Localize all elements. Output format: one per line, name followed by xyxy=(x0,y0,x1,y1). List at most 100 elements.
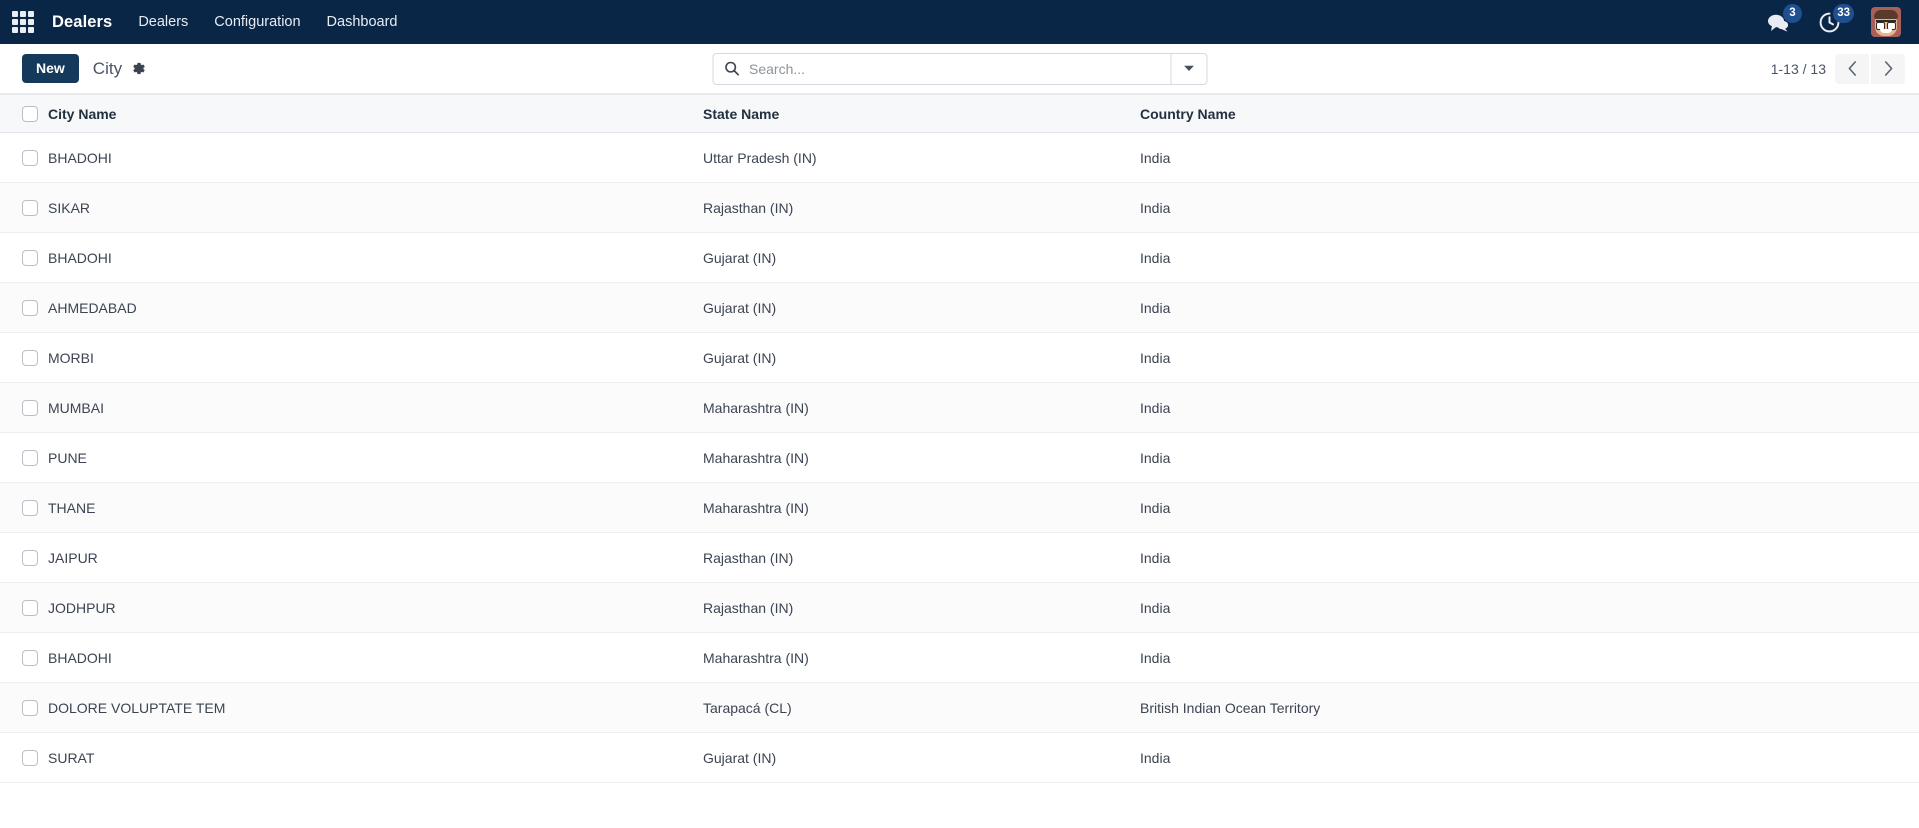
cell-country-name[interactable]: India xyxy=(1138,532,1919,583)
cell-city-name[interactable]: SURAT xyxy=(46,732,701,783)
user-avatar[interactable] xyxy=(1871,7,1901,37)
cell-country-name[interactable]: British Indian Ocean Territory xyxy=(1138,682,1919,733)
nav-item-configuration[interactable]: Configuration xyxy=(214,14,300,30)
row-checkbox[interactable] xyxy=(22,199,38,216)
pager-previous-button[interactable] xyxy=(1835,53,1869,84)
select-all-checkbox[interactable] xyxy=(22,105,38,122)
cell-city-name[interactable]: JODHPUR xyxy=(46,582,701,633)
table-row[interactable]: DOLORE VOLUPTATE TEM Tarapacá (CL) British… xyxy=(0,682,1919,733)
cell-city-name[interactable]: PUNE xyxy=(46,432,701,483)
row-checkbox[interactable] xyxy=(22,299,38,316)
cell-state-name[interactable]: Maharashtra (IN) xyxy=(701,382,1138,433)
search-input[interactable] xyxy=(747,53,1170,84)
cell-state-name[interactable]: Gujarat (IN) xyxy=(701,732,1138,783)
cell-country-name[interactable]: India xyxy=(1138,632,1919,683)
cell-city-name[interactable]: AHMEDABAD xyxy=(46,282,701,333)
cell-country-name[interactable]: India xyxy=(1138,282,1919,333)
cell-city-name-label: SIKAR xyxy=(48,199,91,216)
nav-item-dealers[interactable]: Dealers xyxy=(138,14,188,30)
pager-next-button[interactable] xyxy=(1871,53,1905,84)
column-header-country-name[interactable]: Country Name xyxy=(1138,94,1919,133)
cell-country-name[interactable]: India xyxy=(1138,232,1919,283)
row-select-cell xyxy=(0,532,46,583)
cell-country-name-label: India xyxy=(1140,199,1171,216)
clock-activity-icon[interactable]: 33 xyxy=(1819,4,1854,35)
row-checkbox[interactable] xyxy=(22,249,38,266)
cell-state-name[interactable]: Uttar Pradesh (IN) xyxy=(701,132,1138,183)
messages-icon[interactable]: 3 xyxy=(1767,4,1802,35)
cell-city-name[interactable]: DOLORE VOLUPTATE TEM xyxy=(46,682,701,733)
cell-city-name[interactable]: BHADOHI xyxy=(46,632,701,683)
cell-city-name-label: MUMBAI xyxy=(48,399,104,416)
table-row[interactable]: BHADOHI Gujarat (IN) India xyxy=(0,232,1919,283)
table-row[interactable]: PUNE Maharashtra (IN) India xyxy=(0,432,1919,483)
cell-city-name[interactable]: MORBI xyxy=(46,332,701,383)
cell-state-name[interactable]: Rajasthan (IN) xyxy=(701,532,1138,583)
cell-country-name[interactable]: India xyxy=(1138,582,1919,633)
cell-state-name[interactable]: Maharashtra (IN) xyxy=(701,482,1138,533)
row-checkbox[interactable] xyxy=(22,549,38,566)
city-table: City Name State Name Country Name BHADOH… xyxy=(0,94,1919,783)
table-row[interactable]: SURAT Gujarat (IN) India xyxy=(0,732,1919,783)
new-button[interactable]: New xyxy=(22,53,79,84)
cell-city-name-label: THANE xyxy=(48,499,96,516)
row-checkbox[interactable] xyxy=(22,599,38,616)
table-row[interactable]: THANE Maharashtra (IN) India xyxy=(0,482,1919,533)
cell-city-name[interactable]: MUMBAI xyxy=(46,382,701,433)
cell-country-name-label: India xyxy=(1140,249,1171,266)
cell-state-name[interactable]: Maharashtra (IN) xyxy=(701,632,1138,683)
cell-country-name[interactable]: India xyxy=(1138,482,1919,533)
control-panel: New City 1-13 / 13 xyxy=(0,44,1919,94)
search-bar xyxy=(712,52,1207,85)
gear-icon[interactable] xyxy=(131,61,146,76)
search-dropdown-toggle[interactable] xyxy=(1170,53,1206,84)
cell-city-name[interactable]: BHADOHI xyxy=(46,132,701,183)
column-header-city-name[interactable]: City Name xyxy=(46,94,701,133)
cell-country-name[interactable]: India xyxy=(1138,382,1919,433)
row-checkbox[interactable] xyxy=(22,349,38,366)
table-row[interactable]: MORBI Gujarat (IN) India xyxy=(0,332,1919,383)
cell-state-name[interactable]: Tarapacá (CL) xyxy=(701,682,1138,733)
cell-city-name[interactable]: THANE xyxy=(46,482,701,533)
table-row[interactable]: BHADOHI Uttar Pradesh (IN) India xyxy=(0,132,1919,183)
row-checkbox[interactable] xyxy=(22,149,38,166)
table-row[interactable]: JAIPUR Rajasthan (IN) India xyxy=(0,532,1919,583)
row-checkbox[interactable] xyxy=(22,749,38,766)
row-checkbox[interactable] xyxy=(22,649,38,666)
row-checkbox[interactable] xyxy=(22,699,38,716)
table-row[interactable]: BHADOHI Maharashtra (IN) India xyxy=(0,632,1919,683)
cell-city-name[interactable]: BHADOHI xyxy=(46,232,701,283)
cell-country-name[interactable]: India xyxy=(1138,332,1919,383)
cell-country-name-label: British Indian Ocean Territory xyxy=(1140,699,1321,716)
pager-count[interactable]: 1-13 / 13 xyxy=(1771,61,1826,77)
cell-country-name[interactable]: India xyxy=(1138,732,1919,783)
cell-state-name[interactable]: Rajasthan (IN) xyxy=(701,182,1138,233)
cell-state-name-label: Rajasthan (IN) xyxy=(703,549,794,566)
row-checkbox[interactable] xyxy=(22,449,38,466)
cell-state-name[interactable]: Gujarat (IN) xyxy=(701,282,1138,333)
table-row[interactable]: SIKAR Rajasthan (IN) India xyxy=(0,182,1919,233)
cell-country-name[interactable]: India xyxy=(1138,432,1919,483)
cell-country-name[interactable]: India xyxy=(1138,132,1919,183)
row-checkbox[interactable] xyxy=(22,499,38,516)
table-row[interactable]: AHMEDABAD Gujarat (IN) India xyxy=(0,282,1919,333)
row-select-cell xyxy=(0,682,46,733)
nav-item-dashboard[interactable]: Dashboard xyxy=(327,14,398,30)
cell-country-name-label: India xyxy=(1140,149,1171,166)
cell-city-name-label: JAIPUR xyxy=(48,549,98,566)
brand-title[interactable]: Dealers xyxy=(52,13,112,32)
cell-state-name[interactable]: Rajasthan (IN) xyxy=(701,582,1138,633)
cell-city-name[interactable]: SIKAR xyxy=(46,182,701,233)
navbar-menu: Dealers Configuration Dashboard xyxy=(138,14,397,30)
cell-country-name[interactable]: India xyxy=(1138,182,1919,233)
apps-grid-icon[interactable] xyxy=(12,11,34,33)
table-row[interactable]: MUMBAI Maharashtra (IN) India xyxy=(0,382,1919,433)
row-checkbox[interactable] xyxy=(22,399,38,416)
cell-state-name[interactable]: Maharashtra (IN) xyxy=(701,432,1138,483)
cell-state-name[interactable]: Gujarat (IN) xyxy=(701,232,1138,283)
row-select-cell xyxy=(0,432,46,483)
cell-city-name[interactable]: JAIPUR xyxy=(46,532,701,583)
table-row[interactable]: JODHPUR Rajasthan (IN) India xyxy=(0,582,1919,633)
cell-state-name[interactable]: Gujarat (IN) xyxy=(701,332,1138,383)
column-header-state-name[interactable]: State Name xyxy=(701,94,1138,133)
